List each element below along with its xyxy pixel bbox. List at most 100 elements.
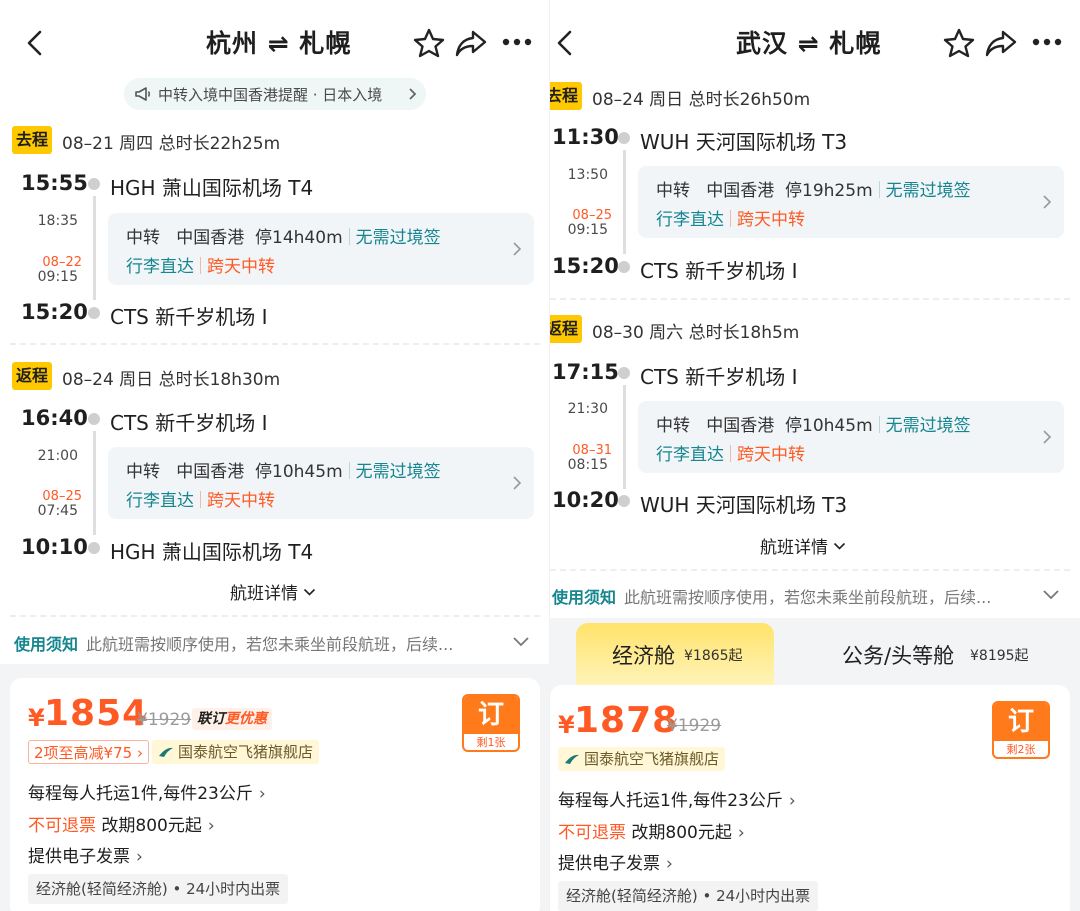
arrival-airport: CTS 新千岁机场 I <box>110 305 268 329</box>
transfer-city: 中国香港 <box>706 181 775 201</box>
transfer-label: 中转 <box>656 181 690 201</box>
section-divider <box>10 343 540 345</box>
transfer-info-box[interactable]: 中转 中国香港 停10h45m 无需过境签 行李直达 跨天中转 <box>108 447 534 519</box>
combo-label: 联订 <box>197 711 225 727</box>
transit-notice-banner[interactable]: 中转入境中国香港提醒 · 日本入境 <box>124 78 426 110</box>
currency-symbol: ¥ <box>28 704 45 732</box>
left-panel: 杭州 ⇌ 札幌 中转入境中国香港提醒 · 日本入境 去程 08–21 周四 总时… <box>0 0 550 911</box>
invoice-text: 提供电子发票 <box>558 854 660 874</box>
combo-highlight: 更优惠 <box>225 711 267 727</box>
baggage-rule-text: 每程每人托运1件,每件23公斤 <box>28 784 253 804</box>
transfer-info-box[interactable]: 中转 中国香港 停19h25m 无需过境签 行李直达 跨天中转 <box>638 166 1064 238</box>
transfer-arrive-time: 21:00 <box>37 448 78 464</box>
usage-label: 使用须知 <box>552 588 617 607</box>
transfer-city: 中国香港 <box>176 228 245 248</box>
invoice-text: 提供电子发票 <box>28 847 130 867</box>
more-icon[interactable] <box>502 38 532 46</box>
promo-badge[interactable]: 2项至高减¥75 › <box>28 740 149 764</box>
tab-economy-price: ¥1865起 <box>684 648 743 664</box>
share-icon[interactable] <box>984 27 1018 59</box>
outbound-tag: 去程 <box>12 126 53 154</box>
currency-symbol: ¥ <box>558 711 575 739</box>
refund-text: 不可退票 <box>28 816 96 836</box>
departure-time: 15:55 <box>21 171 88 195</box>
transfer-info-box[interactable]: 中转 中国香港 停10h45m 无需过境签 行李直达 跨天中转 <box>638 401 1064 473</box>
invoice-rule[interactable]: 提供电子发票 › <box>558 849 673 874</box>
transfer-tags-row: 行李直达 跨天中转 <box>656 440 805 465</box>
book-button[interactable]: 订 剩1张 <box>462 694 520 752</box>
seats-remaining: 剩1张 <box>476 736 506 749</box>
chevron-right-icon: › <box>136 847 143 867</box>
usage-notice[interactable]: 使用须知 此航班需按顺序使用，若您未乘坐前段航班，后续... <box>552 584 991 608</box>
transfer-tags-row: 行李直达 跨天中转 <box>126 486 275 511</box>
return-tag: 返程 <box>550 315 583 343</box>
flight-details-toggle[interactable]: 航班详情 <box>760 533 846 558</box>
refund-rule[interactable]: 不可退票 改期800元起 › <box>558 818 745 843</box>
offer-price: 1878 <box>574 700 679 741</box>
chevron-down-icon[interactable] <box>512 636 530 648</box>
arrival-airport: HGH 萧山国际机场 T4 <box>110 540 314 564</box>
chevron-down-icon <box>834 542 846 550</box>
departure-airport: CTS 新千岁机场 I <box>110 411 268 435</box>
arrival-time: 15:20 <box>552 254 619 278</box>
cabin-class-tag: 经济舱(轻简经济舱) • 24小时内出票 <box>28 874 289 904</box>
star-icon[interactable] <box>412 27 446 59</box>
transfer-city: 中国香港 <box>176 462 245 482</box>
arrival-time: 15:20 <box>21 300 88 324</box>
timeline-dot <box>618 261 630 273</box>
leg-summary: 08–21 周四 总时长22h25m <box>62 134 281 154</box>
book-button[interactable]: 订 剩2张 <box>992 701 1050 759</box>
transfer-row: 中转 中国香港 停10h45m 无需过境签 <box>656 411 971 436</box>
transfer-label: 中转 <box>656 416 690 436</box>
offer-card[interactable]: ¥ 1878 ¥1929 国泰航空飞猪旗舰店 订 剩2张 每程每人托运1件,每件… <box>550 685 1070 911</box>
more-icon[interactable] <box>1032 38 1062 46</box>
chevron-right-icon: › <box>258 784 266 804</box>
section-divider <box>550 569 1070 571</box>
transfer-depart-date: 08–25 <box>572 208 612 223</box>
offer-card[interactable]: ¥ 1854 ¥1929 联订更优惠 2项至高减¥75 › 国泰航空飞猪旗舰店 … <box>10 678 540 911</box>
baggage-rule[interactable]: 每程每人托运1件,每件23公斤 › <box>28 779 266 804</box>
cathay-logo-icon <box>565 754 579 764</box>
tab-economy-label: 经济舱 <box>612 644 675 668</box>
layover-duration: 停14h40m <box>255 228 343 248</box>
chevron-down-icon <box>304 588 316 596</box>
store-badge[interactable]: 国泰航空飞猪旗舰店 <box>152 740 320 764</box>
departure-time: 16:40 <box>21 406 88 430</box>
layover-duration: 停10h45m <box>785 416 873 436</box>
back-arrow-icon[interactable] <box>554 30 576 56</box>
usage-text: 此航班需按顺序使用，若您未乘坐前段航班，后续... <box>624 588 992 607</box>
timeline-dot <box>88 178 100 190</box>
invoice-rule[interactable]: 提供电子发票 › <box>28 842 143 867</box>
timeline-dot <box>88 307 100 319</box>
leg-summary: 08–30 周六 总时长18h5m <box>592 323 800 343</box>
share-icon[interactable] <box>454 27 488 59</box>
baggage-rule[interactable]: 每程每人托运1件,每件23公斤 › <box>558 786 796 811</box>
star-icon[interactable] <box>942 27 976 59</box>
visa-free-label: 无需过境签 <box>885 416 971 436</box>
layover-duration: 停19h25m <box>785 181 873 201</box>
page-title: 杭州 ⇌ 札幌 <box>206 29 352 58</box>
original-price: ¥1929 <box>667 716 722 736</box>
timeline-dot <box>88 542 100 554</box>
offer-price: 1854 <box>44 693 149 734</box>
flight-details-toggle[interactable]: 航班详情 <box>230 579 316 604</box>
transfer-info-box[interactable]: 中转 中国香港 停14h40m 无需过境签 行李直达 跨天中转 <box>108 213 534 285</box>
chevron-down-icon[interactable] <box>1042 589 1060 601</box>
timeline-line <box>93 431 96 535</box>
section-divider <box>10 615 540 617</box>
back-arrow-icon[interactable] <box>24 30 46 56</box>
transfer-depart-date: 08–31 <box>572 443 612 458</box>
refund-rule[interactable]: 不可退票 改期800元起 › <box>28 811 215 836</box>
usage-label: 使用须知 <box>14 635 79 654</box>
transfer-depart-time: 09:15 <box>37 269 78 285</box>
chevron-right-icon <box>513 476 522 490</box>
tab-economy[interactable]: 经济舱 ¥1865起 <box>576 623 774 685</box>
usage-notice[interactable]: 使用须知 此航班需按顺序使用，若您未乘坐前段航班，后续... <box>14 631 453 655</box>
cathay-logo-icon <box>159 747 173 757</box>
tab-business-first[interactable]: 公务/头等舱 ¥8195起 <box>832 623 1042 681</box>
store-badge[interactable]: 国泰航空飞猪旗舰店 <box>558 747 726 771</box>
chevron-right-icon <box>1043 430 1052 444</box>
store-name: 国泰航空飞猪旗舰店 <box>178 743 314 761</box>
overnight-transfer-label: 跨天中转 <box>207 257 275 277</box>
transfer-depart-time: 08:15 <box>567 457 608 473</box>
